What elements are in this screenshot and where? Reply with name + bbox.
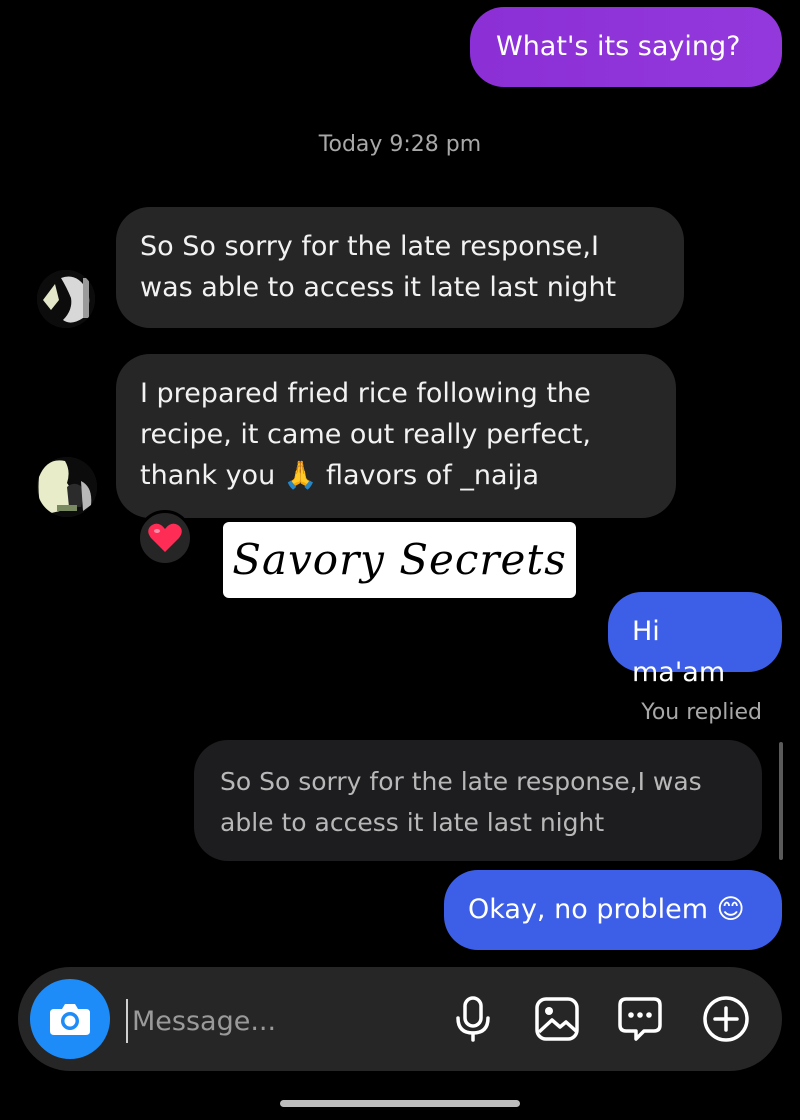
camera-icon [50, 1004, 90, 1035]
gallery-button[interactable] [532, 994, 582, 1044]
microphone-button[interactable] [448, 994, 498, 1044]
message-input[interactable] [126, 999, 434, 1043]
incoming-message[interactable]: I prepared fried rice following the reci… [116, 354, 676, 518]
plus-circle-icon [703, 996, 749, 1042]
sticker-button[interactable] [615, 994, 665, 1044]
heart-icon [148, 523, 182, 552]
timestamp: Today 9:28 pm [318, 132, 482, 157]
outgoing-message[interactable]: What's its saying? [470, 7, 782, 87]
message-text: What's its saying? [496, 31, 741, 62]
pray-emoji-icon: 🙏 [283, 460, 318, 491]
message-text: Hi ma'am [632, 616, 726, 688]
camera-button[interactable] [30, 979, 110, 1059]
add-button[interactable] [701, 994, 751, 1044]
message-text: flavors of _naija [317, 460, 540, 491]
quoted-message[interactable]: So So sorry for the late response,I was … [194, 740, 762, 861]
avatar[interactable] [37, 457, 97, 517]
home-indicator[interactable] [280, 1100, 520, 1107]
outgoing-message[interactable]: Okay, no problem 😊 [444, 870, 782, 950]
quoted-text: So So sorry for the late response,I was … [220, 767, 702, 837]
smile-emoji-icon: 😊 [716, 894, 745, 925]
microphone-icon [456, 996, 490, 1042]
avatar[interactable] [37, 270, 95, 328]
message-composer [18, 967, 782, 1071]
incoming-message[interactable]: So So sorry for the late response,I was … [116, 207, 684, 328]
you-replied-label: You replied [641, 700, 762, 725]
message-text: So So sorry for the late response,I was … [140, 231, 617, 303]
outgoing-message[interactable]: Hi ma'am [608, 592, 782, 688]
scrollbar[interactable] [779, 742, 783, 860]
heart-reaction-icon[interactable] [137, 510, 193, 566]
chat-sticker-icon [618, 997, 662, 1041]
savory-secrets-sticker: Savory Secrets [223, 522, 576, 598]
gallery-icon [535, 997, 579, 1041]
message-text: Okay, no problem [468, 894, 717, 925]
